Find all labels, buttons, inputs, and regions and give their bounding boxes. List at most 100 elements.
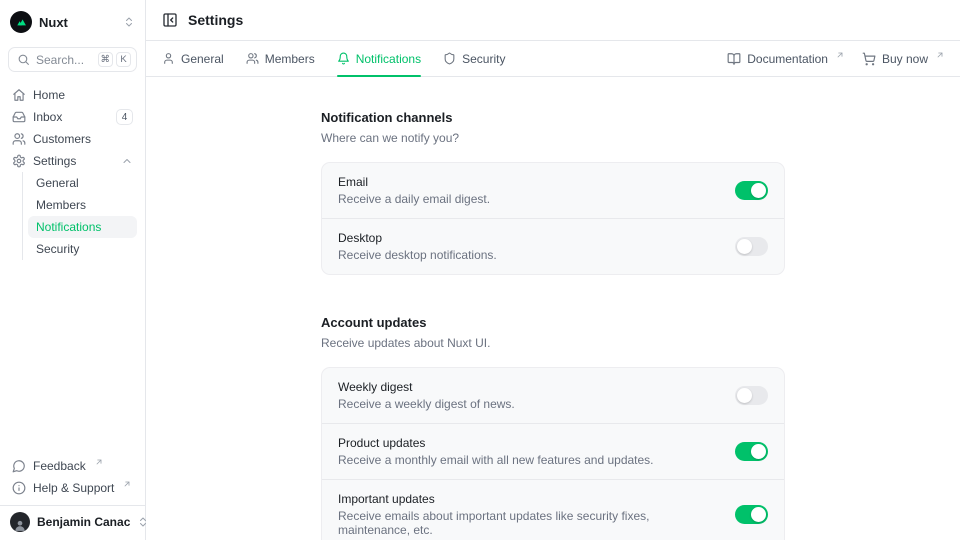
settings-tabbar: General Members Notifications Security — [146, 41, 960, 77]
settings-form: Notification channels Where can we notif… — [321, 110, 785, 540]
tab-general[interactable]: General — [162, 41, 224, 76]
sidebar-item-label: Home — [33, 88, 133, 102]
chevrons-up-down-icon — [123, 16, 135, 28]
row-description: Receive emails about important updates l… — [338, 509, 719, 537]
setting-row-desktop: Desktop Receive desktop notifications. — [322, 218, 784, 274]
bell-icon — [337, 52, 350, 65]
row-label: Weekly digest — [338, 380, 719, 394]
sidebar-spacer — [8, 260, 137, 455]
setting-row-email: Email Receive a daily email digest. — [322, 163, 784, 218]
chevron-up-icon — [121, 155, 133, 167]
sidebar-item-inbox[interactable]: Inbox 4 — [8, 106, 137, 128]
tab-label: Security — [462, 52, 505, 66]
tab-label: Members — [265, 52, 315, 66]
row-text: Important updates Receive emails about i… — [338, 492, 719, 537]
desktop-toggle[interactable] — [735, 237, 768, 256]
row-description: Receive a monthly email with all new fea… — [338, 453, 719, 467]
collapse-sidebar-button[interactable] — [162, 12, 178, 28]
weekly-digest-toggle[interactable] — [735, 386, 768, 405]
tabs: General Members Notifications Security — [162, 41, 505, 76]
help-support-link[interactable]: Help & Support — [8, 477, 137, 499]
inbox-count-badge: 4 — [116, 109, 133, 125]
sidebar-item-settings-members[interactable]: Members — [28, 194, 137, 216]
row-description: Receive desktop notifications. — [338, 248, 719, 262]
users-icon — [12, 132, 26, 146]
section-title: Notification channels — [321, 110, 785, 125]
tab-label: Notifications — [356, 52, 421, 66]
search-placeholder: Search... — [36, 53, 92, 67]
documentation-label: Documentation — [747, 52, 828, 66]
settings-card: Email Receive a daily email digest. Desk… — [321, 162, 785, 275]
kbd-k: K — [116, 52, 131, 67]
search-input[interactable]: Search... ⌘ K — [8, 47, 137, 72]
settings-card: Weekly digest Receive a weekly digest of… — [321, 367, 785, 540]
sidebar-item-label: Customers — [33, 132, 133, 146]
app-window: Nuxt Search... ⌘ K Home Inbox 4 Cu — [0, 0, 960, 540]
home-icon — [12, 88, 26, 102]
content-area: Notification channels Where can we notif… — [146, 77, 960, 540]
buy-now-label: Buy now — [882, 52, 928, 66]
external-link-icon — [836, 51, 844, 59]
row-label: Product updates — [338, 436, 719, 450]
message-circle-icon — [12, 459, 26, 473]
sidebar-item-customers[interactable]: Customers — [8, 128, 137, 150]
row-text: Product updates Receive a monthly email … — [338, 436, 719, 467]
email-toggle[interactable] — [735, 181, 768, 200]
info-circle-icon — [12, 481, 26, 495]
feedback-link[interactable]: Feedback — [8, 455, 137, 477]
external-link-icon — [95, 458, 103, 466]
buy-now-button[interactable]: Buy now — [862, 52, 944, 66]
sidebar-item-home[interactable]: Home — [8, 84, 137, 106]
page-title: Settings — [188, 12, 243, 28]
main-panel: Settings General Members Notifications — [146, 0, 960, 540]
avatar — [10, 512, 30, 532]
feedback-label: Feedback — [33, 459, 86, 473]
row-label: Important updates — [338, 492, 719, 506]
settings-subnav: General Members Notifications Security — [22, 172, 137, 260]
tab-security[interactable]: Security — [443, 41, 505, 76]
shopping-cart-icon — [862, 52, 876, 66]
search-icon — [17, 53, 30, 66]
user-band: Benjamin Canac — [0, 505, 145, 540]
user-icon — [162, 52, 175, 65]
page-header: Settings — [146, 0, 960, 41]
setting-row-weekly-digest: Weekly digest Receive a weekly digest of… — [322, 368, 784, 423]
section-title: Account updates — [321, 315, 785, 330]
sidebar: Nuxt Search... ⌘ K Home Inbox 4 Cu — [0, 0, 146, 540]
sidebar-item-label: General — [36, 176, 79, 190]
setting-row-important-updates: Important updates Receive emails about i… — [322, 479, 784, 540]
sidebar-item-label: Settings — [33, 154, 114, 168]
nuxt-logo-icon — [10, 11, 32, 33]
sidebar-item-settings-security[interactable]: Security — [28, 238, 137, 260]
sidebar-item-label: Security — [36, 242, 79, 256]
documentation-button[interactable]: Documentation — [727, 52, 844, 66]
external-link-icon — [936, 51, 944, 59]
sidebar-item-settings-notifications[interactable]: Notifications — [28, 216, 137, 238]
tab-notifications[interactable]: Notifications — [337, 41, 421, 76]
workspace-switcher[interactable]: Nuxt — [8, 8, 137, 36]
tabbar-actions: Documentation Buy now — [727, 52, 944, 66]
sidebar-item-settings-general[interactable]: General — [28, 172, 137, 194]
sidebar-footer-nav: Feedback Help & Support — [8, 455, 137, 505]
user-menu[interactable]: Benjamin Canac — [10, 512, 135, 532]
sidebar-nav: Home Inbox 4 Customers Settings General … — [8, 84, 137, 260]
important-updates-toggle[interactable] — [735, 505, 768, 524]
user-name: Benjamin Canac — [37, 515, 130, 529]
shield-icon — [443, 52, 456, 65]
row-text: Weekly digest Receive a weekly digest of… — [338, 380, 719, 411]
inbox-icon — [12, 110, 26, 124]
sidebar-item-label: Notifications — [36, 220, 101, 234]
sidebar-item-settings[interactable]: Settings — [8, 150, 137, 172]
tab-members[interactable]: Members — [246, 41, 315, 76]
row-description: Receive a daily email digest. — [338, 192, 719, 206]
external-link-icon — [123, 480, 131, 488]
help-support-label: Help & Support — [33, 481, 114, 495]
search-shortcut: ⌘ K — [98, 52, 132, 67]
section-description: Where can we notify you? — [321, 131, 785, 145]
section-account-updates: Account updates Receive updates about Nu… — [321, 315, 785, 540]
section-description: Receive updates about Nuxt UI. — [321, 336, 785, 350]
row-label: Desktop — [338, 231, 719, 245]
gear-icon — [12, 154, 26, 168]
product-updates-toggle[interactable] — [735, 442, 768, 461]
kbd-meta: ⌘ — [98, 52, 114, 67]
